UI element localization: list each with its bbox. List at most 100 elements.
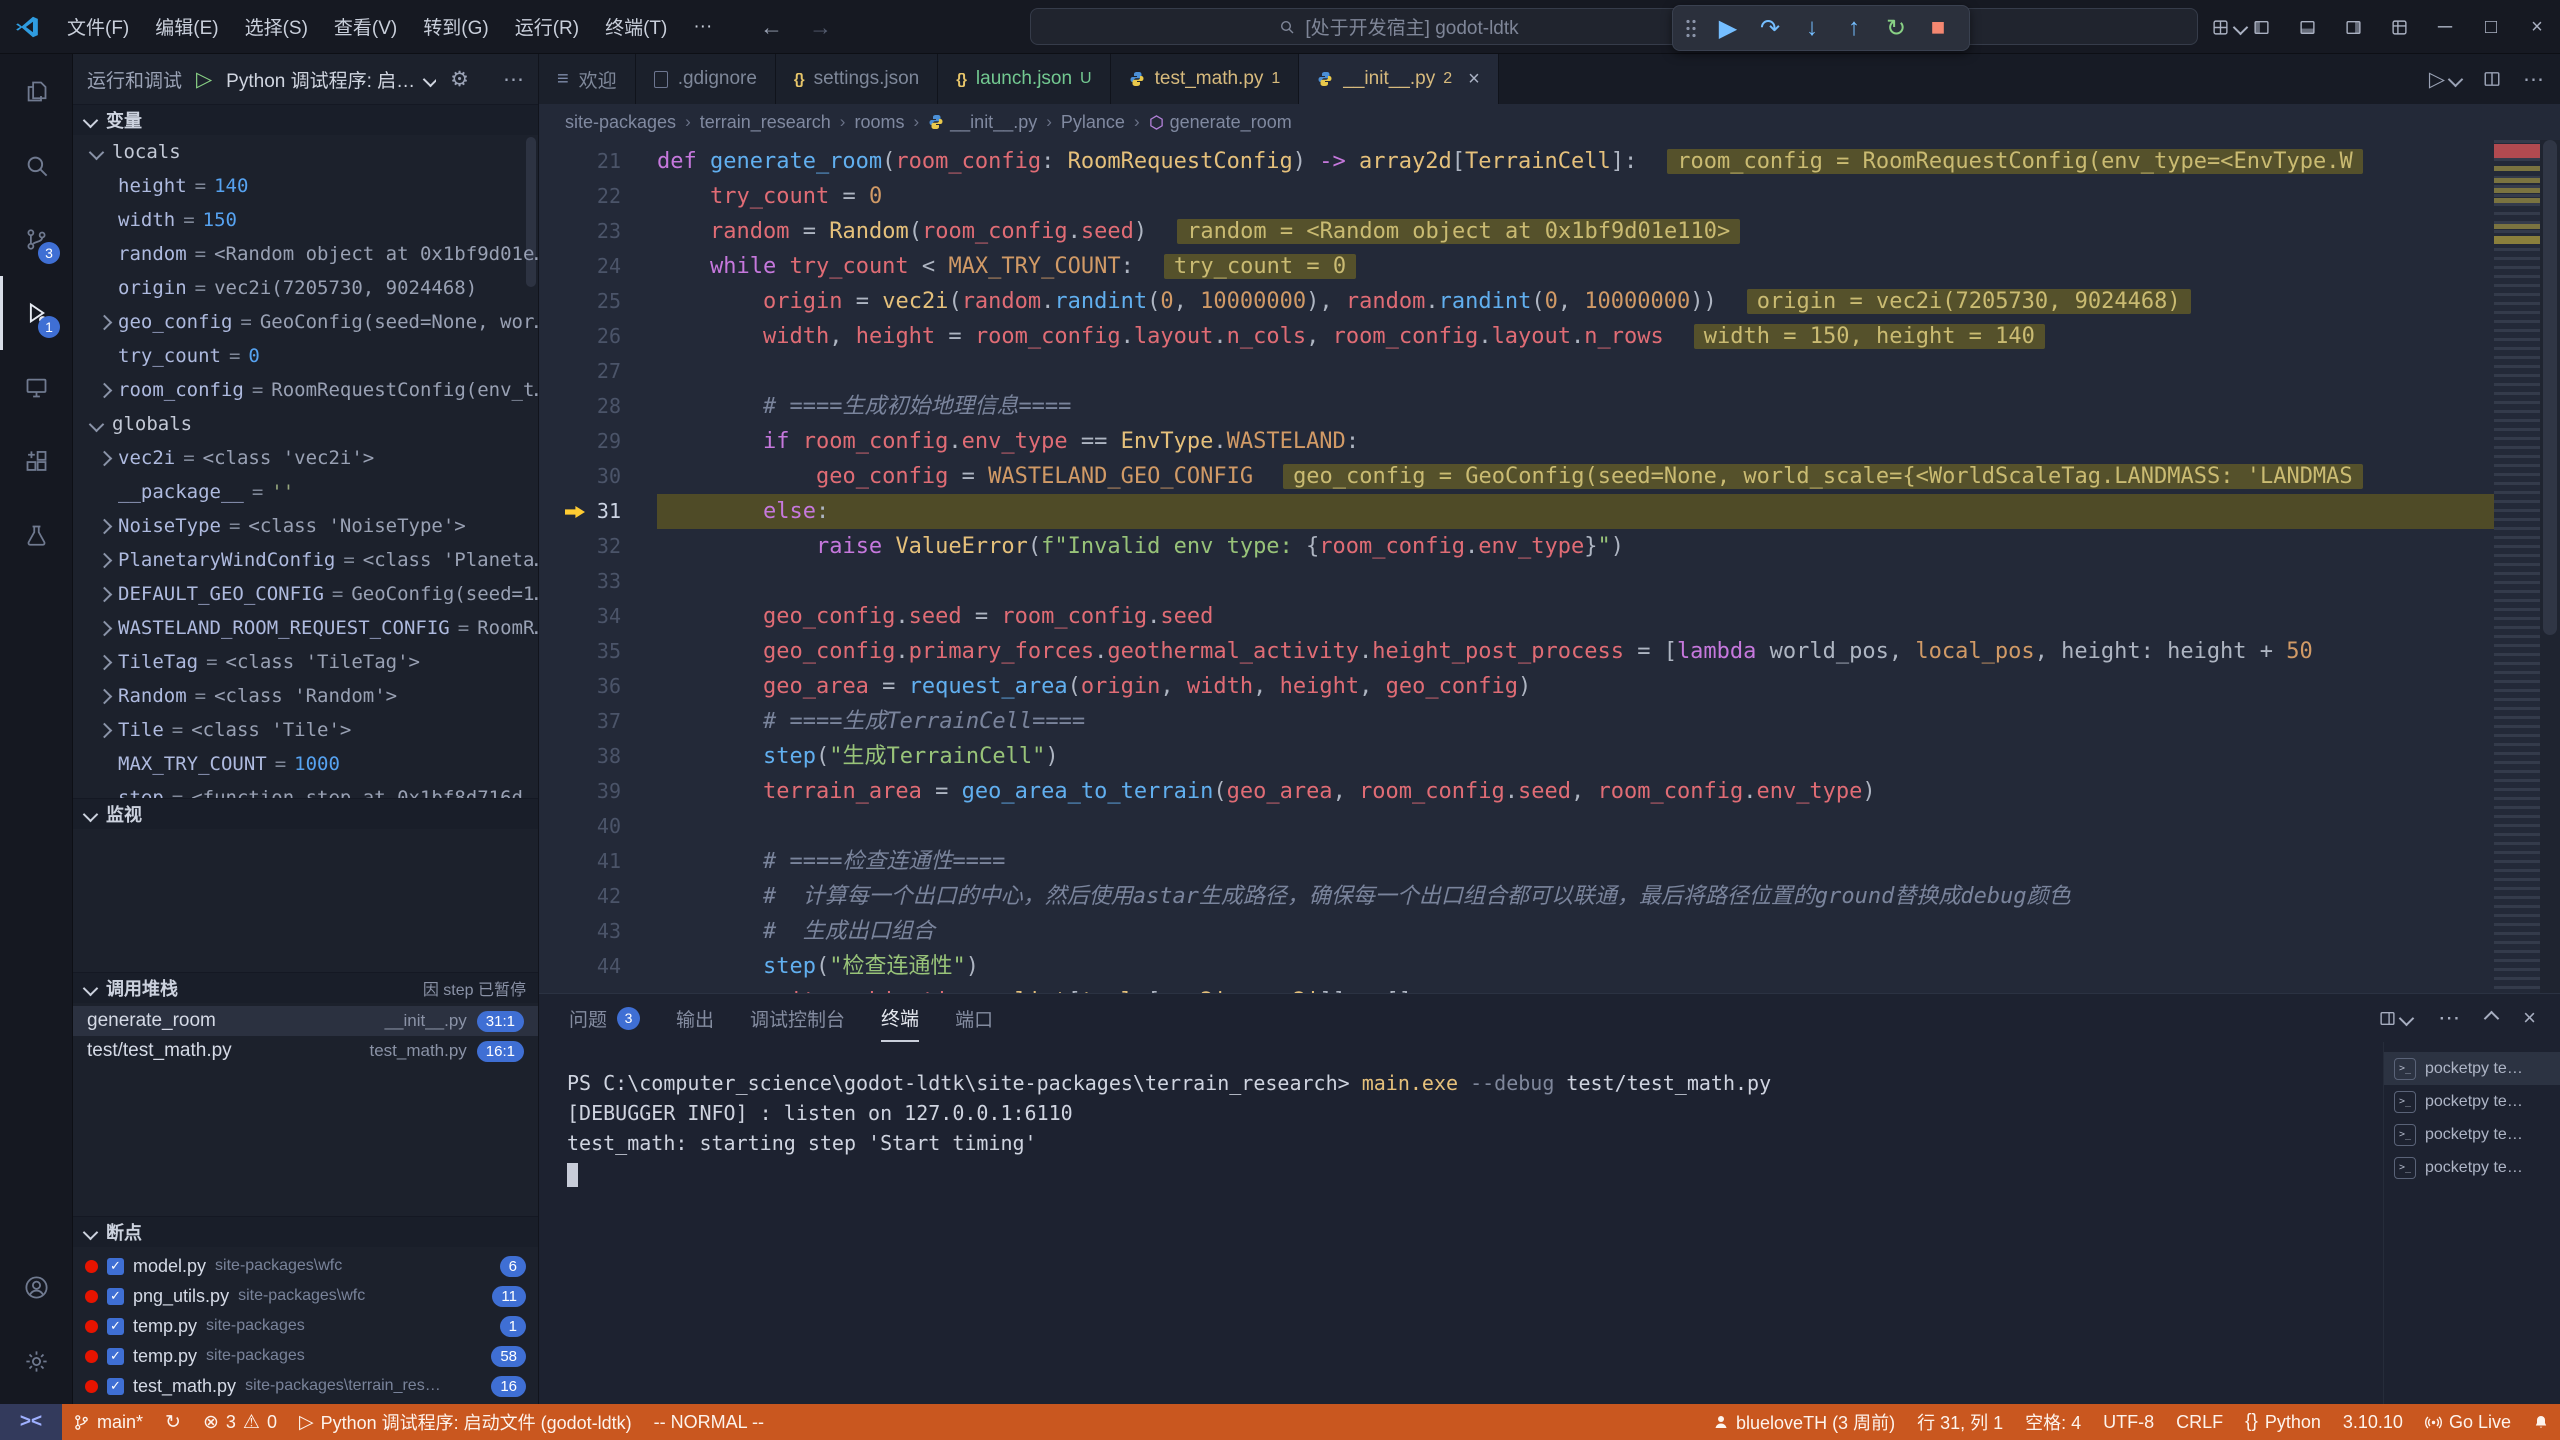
toggle-panel-icon[interactable] xyxy=(2284,0,2330,54)
breadcrumb-item[interactable]: __init__.py xyxy=(928,112,1037,133)
line-number[interactable]: 42 xyxy=(539,879,657,914)
call-stack-section-header[interactable]: 调用堆栈 因 step 已暂停 xyxy=(73,972,538,1003)
code-line[interactable]: 41 # ====检查连通性==== xyxy=(539,844,2560,879)
line-number[interactable]: 32 xyxy=(539,529,657,564)
command-center-search[interactable]: [处于开发宿主] godot-ldtk xyxy=(1030,8,2198,45)
step-over-button[interactable]: ↷ xyxy=(1751,14,1789,43)
more-actions-icon[interactable]: ⋯ xyxy=(2523,67,2544,92)
more-actions-icon[interactable]: ⋯ xyxy=(503,67,524,92)
breakpoint-row[interactable]: ✓temp.pysite-packages58 xyxy=(73,1341,538,1371)
code-line[interactable]: 44 step("检查连通性") xyxy=(539,949,2560,984)
tab-__init__.py[interactable]: __init__.py2× xyxy=(1299,54,1499,104)
line-number[interactable]: 26 xyxy=(539,319,657,354)
continue-button[interactable]: ▶ xyxy=(1709,14,1747,43)
activity-source-control-button[interactable]: 3 xyxy=(0,202,72,276)
close-panel-icon[interactable]: × xyxy=(2523,1005,2536,1031)
variable-row[interactable]: room_config = RoomRequestConfig(env_t… xyxy=(73,373,538,407)
line-number[interactable]: 38 xyxy=(539,739,657,774)
activity-extensions-button[interactable] xyxy=(0,424,72,498)
tab-test_math.py[interactable]: test_math.py1 xyxy=(1111,54,1300,104)
code-line[interactable]: 45 exit_combinations: list[tuple[vec2i, … xyxy=(539,984,2560,993)
nav-forward-button[interactable]: → xyxy=(809,14,832,41)
terminal-layout-icon[interactable] xyxy=(2379,1010,2412,1027)
step-into-button[interactable]: ↓ xyxy=(1793,14,1831,42)
minimize-button[interactable]: ─ xyxy=(2422,0,2468,54)
terminal-list-item[interactable]: >_pocketpy te… xyxy=(2384,1085,2560,1118)
menu-item[interactable]: 文件(F) xyxy=(54,13,142,40)
line-number[interactable]: 29 xyxy=(539,424,657,459)
code-line[interactable]: 21def generate_room(room_config: RoomReq… xyxy=(539,144,2560,179)
breakpoint-row[interactable]: ✓test_math.pysite-packages\terrain_res…1… xyxy=(73,1371,538,1401)
breakpoint-row[interactable]: ✓png_utils.pysite-packages\wfc11 xyxy=(73,1281,538,1311)
variable-row[interactable]: Random = <class 'Random'> xyxy=(73,679,538,713)
run-python-file-button[interactable]: ▷ xyxy=(2429,67,2461,92)
step-out-button[interactable]: ↑ xyxy=(1835,14,1873,42)
code-line[interactable]: 29 if room_config.env_type == EnvType.WA… xyxy=(539,424,2560,459)
variable-row[interactable]: try_count = 0 xyxy=(73,339,538,373)
tab-settings.json[interactable]: {}settings.json xyxy=(776,54,938,104)
menu-more-button[interactable]: ··· xyxy=(680,16,725,38)
variable-row[interactable]: width = 150 xyxy=(73,203,538,237)
status-eol[interactable]: CRLF xyxy=(2165,1404,2234,1440)
code-line[interactable]: 39 terrain_area = geo_area_to_terrain(ge… xyxy=(539,774,2560,809)
variable-row[interactable]: DEFAULT_GEO_CONFIG = GeoConfig(seed=1… xyxy=(73,577,538,611)
status-git-branch[interactable]: main* xyxy=(62,1404,154,1440)
code-line[interactable]: 40 xyxy=(539,809,2560,844)
line-number[interactable]: 33 xyxy=(539,564,657,599)
terminal-list-item[interactable]: >_pocketpy te… xyxy=(2384,1151,2560,1184)
code-line[interactable]: 42 # 计算每一个出口的中心，然后使用astar生成路径，确保每一个出口组合都… xyxy=(539,879,2560,914)
breakpoint-checkbox[interactable]: ✓ xyxy=(107,1348,124,1365)
status-blame-author[interactable]: blueloveTH (3 周前) xyxy=(1702,1404,1906,1440)
status-problems[interactable]: ⊗3⚠0 xyxy=(192,1404,288,1440)
code-line[interactable]: 28 # ====生成初始地理信息==== xyxy=(539,389,2560,424)
gear-icon[interactable]: ⚙ xyxy=(450,67,469,92)
toggle-sidebar-icon[interactable] xyxy=(2238,0,2284,54)
code-line[interactable]: 38 step("生成TerrainCell") xyxy=(539,739,2560,774)
activity-accounts-button[interactable] xyxy=(0,1250,72,1324)
terminal-list-item[interactable]: >_pocketpy te… xyxy=(2384,1118,2560,1151)
maximize-panel-icon[interactable] xyxy=(2484,1010,2500,1026)
activity-run-and-debug-button[interactable]: 1 xyxy=(0,276,72,350)
status-remote-indicator[interactable]: >< xyxy=(0,1404,62,1440)
scrollbar[interactable] xyxy=(526,137,536,287)
variable-row[interactable]: geo_config = GeoConfig(seed=None, wor… xyxy=(73,305,538,339)
variable-row[interactable]: MAX_TRY_COUNT = 1000 xyxy=(73,747,538,781)
variable-row[interactable]: random = <Random object at 0x1bf9d01e… xyxy=(73,237,538,271)
breakpoint-checkbox[interactable]: ✓ xyxy=(107,1258,124,1275)
line-number[interactable]: 22 xyxy=(539,179,657,214)
code-line[interactable]: 35 geo_config.primary_forces.geothermal_… xyxy=(539,634,2560,669)
code-line[interactable]: 43 # 生成出口组合 xyxy=(539,914,2560,949)
restore-button[interactable]: □ xyxy=(2468,0,2514,54)
variable-row[interactable]: NoiseType = <class 'NoiseType'> xyxy=(73,509,538,543)
variable-row[interactable]: origin = vec2i(7205730, 9024468) xyxy=(73,271,538,305)
code-line[interactable]: 26 width, height = room_config.layout.n_… xyxy=(539,319,2560,354)
toggle-secondary-sidebar-icon[interactable] xyxy=(2330,0,2376,54)
code-line[interactable]: 25 origin = vec2i(random.randint(0, 1000… xyxy=(539,284,2560,319)
breadcrumb-item[interactable]: Pylance xyxy=(1061,112,1125,133)
variable-row[interactable]: Tile = <class 'Tile'> xyxy=(73,713,538,747)
line-number[interactable]: 41 xyxy=(539,844,657,879)
activity-remote-explorer-button[interactable] xyxy=(0,350,72,424)
watch-section-header[interactable]: 监视 xyxy=(73,798,538,829)
menu-item[interactable]: 编辑(E) xyxy=(142,13,231,40)
close-icon[interactable]: × xyxy=(1462,68,1480,91)
minimap[interactable] xyxy=(2494,140,2540,993)
status-go-live[interactable]: Go Live xyxy=(2414,1404,2522,1440)
line-number[interactable]: 45 xyxy=(539,984,657,993)
menu-item[interactable]: 转到(G) xyxy=(410,13,501,40)
code-line[interactable]: 36 geo_area = request_area(origin, width… xyxy=(539,669,2560,704)
split-editor-icon[interactable] xyxy=(2483,70,2501,88)
code-line[interactable]: 22 try_count = 0 xyxy=(539,179,2560,214)
panel-tab-终端[interactable]: 终端 xyxy=(881,994,919,1042)
status-vim-mode[interactable]: -- NORMAL -- xyxy=(643,1404,775,1440)
line-number[interactable]: 28 xyxy=(539,389,657,424)
status-notifications[interactable] xyxy=(2522,1404,2560,1440)
code-line[interactable]: 33 xyxy=(539,564,2560,599)
breakpoint-checkbox[interactable]: ✓ xyxy=(107,1288,124,1305)
panel-tab-问题[interactable]: 问题3 xyxy=(569,994,640,1042)
breadcrumb-item[interactable]: generate_room xyxy=(1149,112,1292,133)
panel-tab-输出[interactable]: 输出 xyxy=(676,994,714,1042)
line-number[interactable]: 27 xyxy=(539,354,657,389)
scrollbar-thumb[interactable] xyxy=(2543,140,2557,635)
code-editor[interactable]: 21def generate_room(room_config: RoomReq… xyxy=(539,140,2560,993)
